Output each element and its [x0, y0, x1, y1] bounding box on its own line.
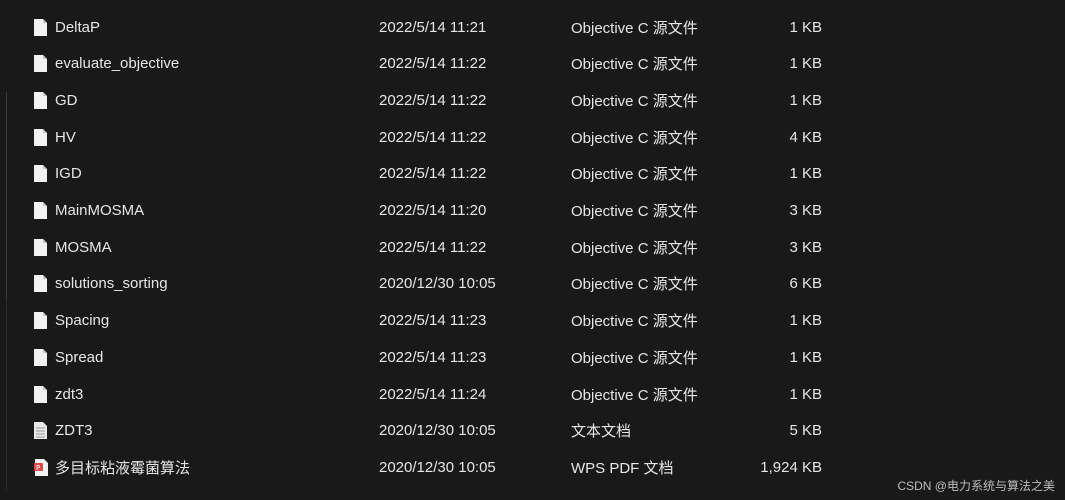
file-date: 2020/12/30 10:05: [379, 458, 496, 476]
file-row[interactable]: IGD 2022/5/14 11:22 Objective C 源文件 1 KB: [0, 156, 1065, 192]
file-icon: [34, 202, 47, 219]
file-date: 2022/5/14 11:22: [379, 128, 487, 146]
file-row[interactable]: zdt3 2022/5/14 11:24 Objective C 源文件 1 K…: [0, 376, 1065, 412]
file-icon: [34, 91, 47, 109]
file-name[interactable]: MainMOSMA: [55, 202, 144, 219]
file-icon: [34, 238, 47, 256]
file-row[interactable]: ZDT3 2020/12/30 10:05 文本文档 5 KB: [0, 413, 1065, 449]
file-size: 1 KB: [789, 385, 822, 403]
file-type: 文本文档: [571, 423, 632, 441]
file-type: Objective C 源文件: [571, 276, 698, 294]
file-date: 2022/5/14 11:22: [379, 91, 487, 109]
file-date: 2022/5/14 11:22: [379, 238, 487, 256]
file-type: Objective C 源文件: [571, 349, 698, 367]
file-type: WPS PDF 文档: [571, 459, 674, 477]
file-name[interactable]: 多目标粘液霉菌算法: [55, 457, 190, 478]
file-name[interactable]: HV: [55, 129, 76, 146]
file-size: 4 KB: [789, 128, 822, 146]
file-date: 2022/5/14 11:22: [379, 165, 487, 183]
file-type: Objective C 源文件: [571, 203, 698, 220]
file-size: 3 KB: [789, 202, 822, 219]
file-row[interactable]: MOSMA 2022/5/14 11:22 Objective C 源文件 3 …: [0, 229, 1065, 265]
file-icon: [34, 165, 47, 183]
file-size: 1 KB: [789, 18, 822, 36]
file-size: 1 KB: [789, 312, 822, 330]
file-row[interactable]: evaluate_objective 2022/5/14 11:22 Objec…: [0, 46, 1065, 82]
file-date: 2022/5/14 11:21: [379, 18, 487, 36]
file-row[interactable]: solutions_sorting 2020/12/30 10:05 Objec…: [0, 266, 1065, 302]
file-name[interactable]: GD: [55, 92, 78, 109]
file-type: Objective C 源文件: [571, 166, 698, 184]
file-type: Objective C 源文件: [571, 313, 698, 331]
file-date: 2022/5/14 11:24: [379, 385, 487, 403]
svg-text:P: P: [36, 464, 40, 472]
file-row[interactable]: GD 2022/5/14 11:22 Objective C 源文件 1 KB: [0, 82, 1065, 118]
file-name[interactable]: Spread: [55, 349, 103, 366]
file-icon: [34, 128, 47, 146]
file-name[interactable]: evaluate_objective: [55, 55, 179, 72]
file-icon: [34, 385, 47, 403]
file-name[interactable]: DeltaP: [55, 19, 100, 36]
file-size: 5 KB: [789, 422, 822, 440]
file-date: 2022/5/14 11:20: [379, 202, 487, 219]
file-icon: [34, 348, 47, 366]
text-file-icon: [34, 422, 47, 440]
file-type: Objective C 源文件: [571, 386, 698, 404]
file-name[interactable]: IGD: [55, 165, 82, 182]
pdf-file-icon: P: [34, 458, 48, 476]
file-type: Objective C 源文件: [571, 239, 698, 257]
file-row[interactable]: HV 2022/5/14 11:22 Objective C 源文件 4 KB: [0, 119, 1065, 155]
file-type: Objective C 源文件: [571, 129, 698, 147]
file-name[interactable]: zdt3: [55, 386, 83, 403]
file-type: Objective C 源文件: [571, 92, 698, 110]
file-icon: [34, 18, 47, 36]
file-name[interactable]: Spacing: [55, 312, 109, 329]
file-size: 1 KB: [789, 91, 822, 109]
file-date: 2022/5/14 11:22: [379, 55, 487, 73]
file-type: Objective C 源文件: [571, 56, 698, 74]
file-date: 2020/12/30 10:05: [379, 275, 496, 293]
file-row[interactable]: Spacing 2022/5/14 11:23 Objective C 源文件 …: [0, 303, 1065, 339]
file-type: Objective C 源文件: [571, 19, 698, 37]
file-name[interactable]: solutions_sorting: [55, 275, 168, 292]
file-row[interactable]: Spread 2022/5/14 11:23 Objective C 源文件 1…: [0, 339, 1065, 375]
file-row[interactable]: MainMOSMA 2022/5/14 11:20 Objective C 源文…: [0, 193, 1065, 229]
file-icon: [34, 275, 47, 293]
file-icon: [34, 55, 47, 73]
file-date: 2022/5/14 11:23: [379, 348, 487, 366]
file-name[interactable]: ZDT3: [55, 422, 93, 439]
file-size: 1,924 KB: [760, 458, 822, 476]
file-size: 6 KB: [789, 275, 822, 293]
file-date: 2022/5/14 11:23: [379, 312, 487, 330]
file-icon: [34, 312, 47, 330]
watermark: CSDN @电力系统与算法之美: [897, 479, 1055, 493]
file-date: 2020/12/30 10:05: [379, 422, 496, 440]
file-size: 1 KB: [789, 348, 822, 366]
file-size: 1 KB: [789, 165, 822, 183]
file-row[interactable]: DeltaP 2022/5/14 11:21 Objective C 源文件 1…: [0, 9, 1065, 45]
file-size: 3 KB: [789, 238, 822, 256]
file-name[interactable]: MOSMA: [55, 239, 112, 256]
file-size: 1 KB: [789, 55, 822, 73]
